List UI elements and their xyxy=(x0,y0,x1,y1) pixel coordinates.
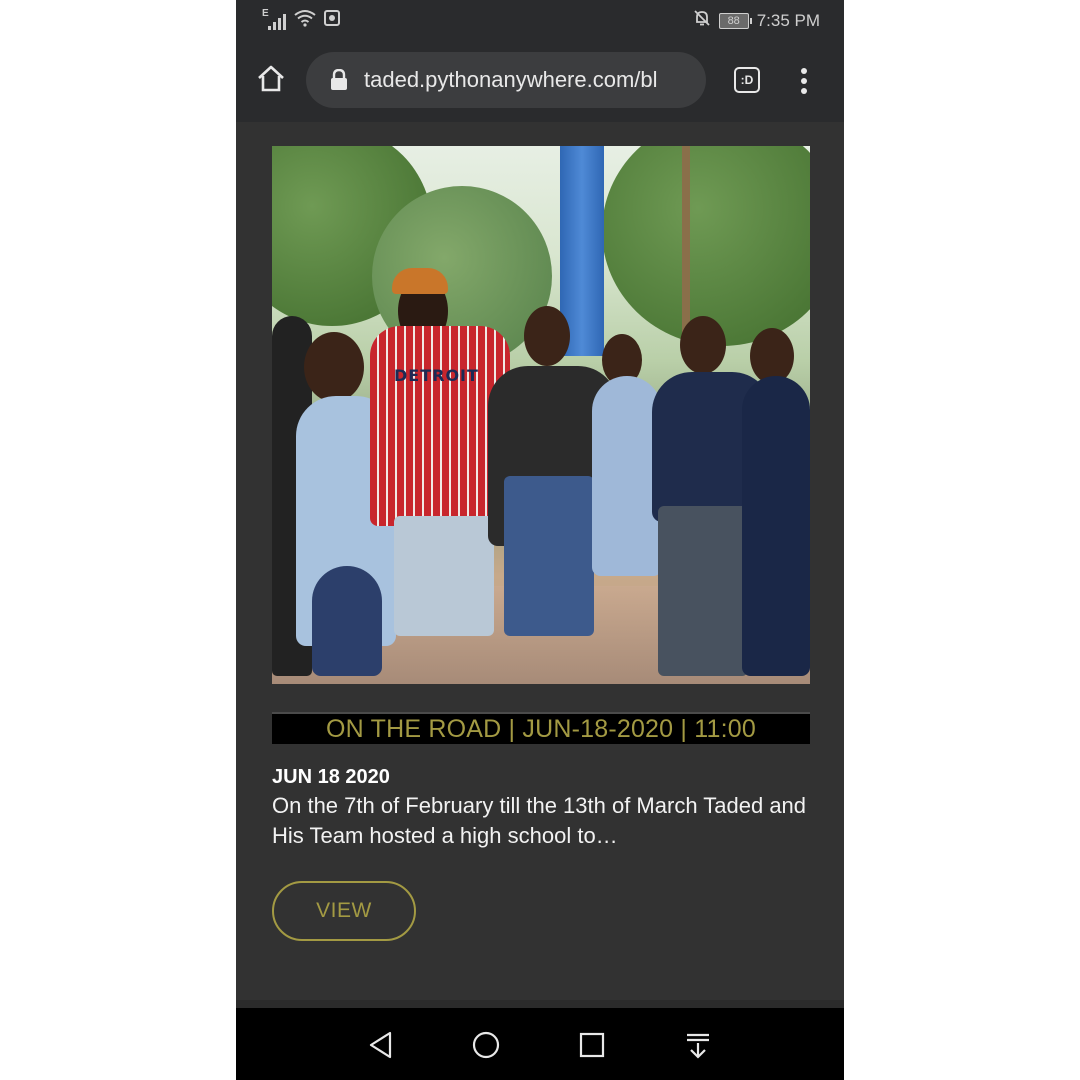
card-bottom-edge xyxy=(236,1000,844,1008)
blog-post-card: DETROIT ON THE ROAD | JUN-18-2020 | 11:0… xyxy=(272,146,810,941)
battery-icon: 88 xyxy=(718,12,752,29)
phone-screen: E 88 7:35 PM taded.pythonanywhere.com/bl… xyxy=(236,0,844,1080)
post-caption: ON THE ROAD | JUN-18-2020 | 11:00 xyxy=(326,714,756,743)
address-bar[interactable]: taded.pythonanywhere.com/bl xyxy=(306,52,706,108)
status-left: E xyxy=(262,8,340,32)
signal-icon: E xyxy=(262,8,286,31)
home-circle-icon[interactable] xyxy=(471,1030,501,1060)
view-button-label: VIEW xyxy=(316,899,372,922)
mute-icon xyxy=(693,9,711,32)
browser-toolbar: taded.pythonanywhere.com/bl :D xyxy=(236,40,844,122)
home-icon[interactable] xyxy=(256,64,286,94)
tab-switcher-icon[interactable]: :D xyxy=(734,67,760,93)
wifi-icon xyxy=(294,9,316,32)
system-nav-bar xyxy=(236,1008,844,1080)
clock: 7:35 PM xyxy=(756,10,820,30)
status-bar: E 88 7:35 PM xyxy=(236,0,844,40)
status-right: 88 7:35 PM xyxy=(693,9,820,32)
post-excerpt: On the 7th of February till the 13th of … xyxy=(272,793,807,848)
battery-level: 88 xyxy=(727,14,740,27)
post-caption-bar: ON THE ROAD | JUN-18-2020 | 11:00 xyxy=(272,712,810,744)
post-date: JUN 18 2020 xyxy=(272,766,390,788)
notification-app-icon xyxy=(324,10,340,31)
back-icon[interactable] xyxy=(366,1030,396,1060)
notification-pull-icon[interactable] xyxy=(683,1030,713,1060)
view-button[interactable]: VIEW xyxy=(272,881,416,941)
recents-icon[interactable] xyxy=(577,1030,607,1060)
url-text[interactable]: taded.pythonanywhere.com/bl xyxy=(364,67,694,93)
lock-icon xyxy=(330,68,348,91)
post-image[interactable]: DETROIT xyxy=(272,146,810,684)
overflow-menu-icon[interactable] xyxy=(794,66,814,96)
